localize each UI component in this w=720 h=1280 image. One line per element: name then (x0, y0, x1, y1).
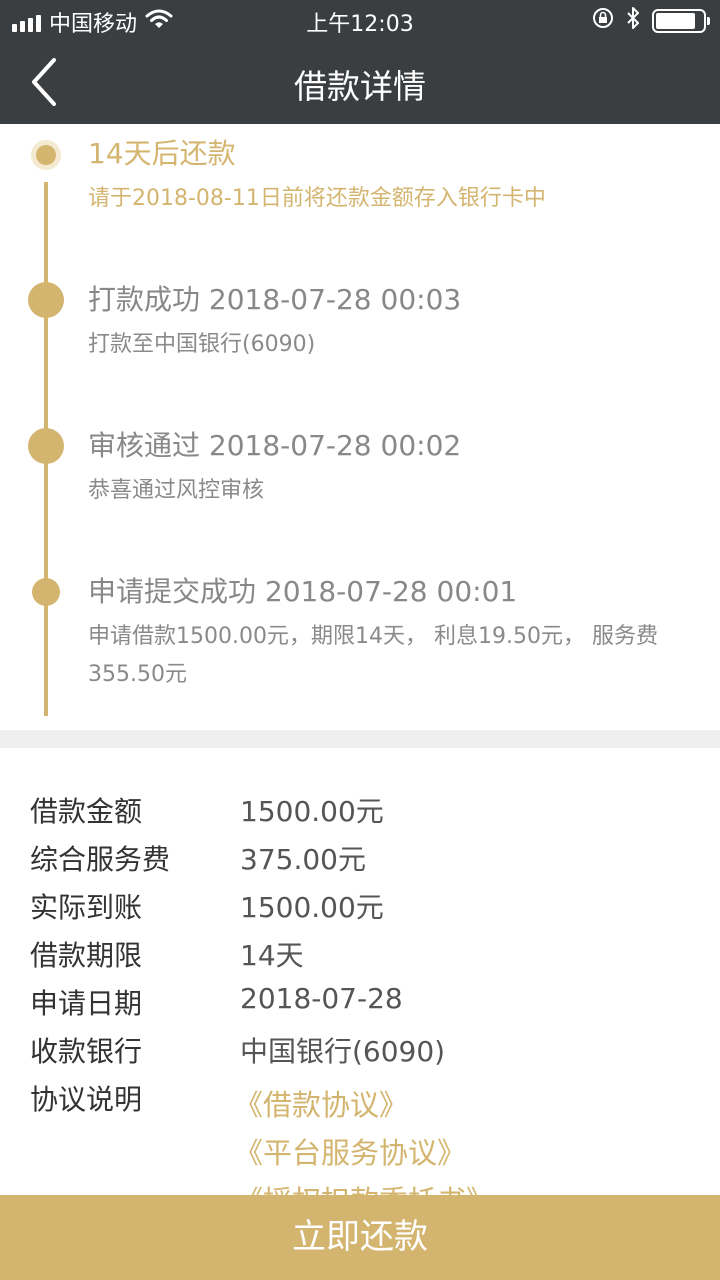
timeline-dot (28, 428, 64, 464)
timeline-title: 申请提交成功 2018-07-28 00:01 (88, 575, 518, 608)
timeline-title: 打款成功 2018-07-28 00:03 (88, 283, 462, 316)
detail-value: 2018-07-28 (240, 982, 403, 1015)
detail-value: 中国银行(6090) (240, 1035, 446, 1068)
timeline-title: 14天后还款 (88, 137, 236, 170)
battery-icon (652, 9, 710, 33)
status-right (592, 6, 710, 36)
detail-label: 收款银行 (30, 1035, 143, 1068)
detail-row-bank: 收款银行 中国银行(6090) (30, 1030, 690, 1078)
detail-label: 申请日期 (30, 987, 143, 1020)
detail-row-amount: 借款金额 1500.00元 (30, 790, 690, 838)
agreement-link-loan[interactable]: 《借款协议》 (234, 1082, 408, 1124)
agreement-link-platform[interactable]: 《平台服务协议》 (234, 1130, 466, 1172)
nav-bar: 借款详情 (0, 40, 720, 124)
agreement-link-authorization[interactable]: 《授权扣款委托书》 (234, 1178, 495, 1196)
timeline-desc: 恭喜通过风控审核 (88, 478, 265, 503)
detail-row-term: 借款期限 14天 (30, 934, 690, 982)
detail-value: 375.00元 (240, 843, 366, 876)
detail-label: 综合服务费 (30, 843, 171, 876)
detail-label: 协议说明 (30, 1083, 143, 1116)
timeline-desc: 申请借款1500.00元，期限14天， 利息19.50元， 服务费355.50元 (88, 624, 658, 687)
page-title: 借款详情 (294, 67, 426, 106)
timeline-title: 审核通过 2018-07-28 00:02 (88, 429, 462, 462)
timeline-desc: 打款至中国银行(6090) (88, 332, 316, 357)
detail-label: 实际到账 (30, 891, 143, 924)
detail-value: 1500.00元 (240, 891, 384, 924)
loan-details: 借款金额 1500.00元 综合服务费 375.00元 实际到账 1500.00… (0, 748, 720, 1196)
repay-now-button[interactable]: 立即还款 (0, 1195, 720, 1280)
detail-row-received: 实际到账 1500.00元 (30, 886, 690, 934)
bluetooth-icon (626, 6, 640, 36)
detail-label: 借款期限 (30, 939, 143, 972)
section-divider (0, 730, 720, 748)
detail-row-date: 申请日期 2018-07-28 (30, 982, 690, 1030)
detail-label: 借款金额 (30, 795, 143, 828)
detail-value: 1500.00元 (240, 795, 384, 828)
timeline-dot-current (31, 140, 61, 170)
timeline-desc: 请于2018-08-11日前将还款金额存入银行卡中 (88, 186, 546, 211)
timeline-dot (32, 578, 60, 606)
status-timeline: 14天后还款 请于2018-08-11日前将还款金额存入银行卡中 打款成功 20… (0, 124, 720, 730)
detail-row-service-fee: 综合服务费 375.00元 (30, 838, 690, 886)
status-bar: 中国移动 上午12:03 (0, 0, 720, 40)
detail-value: 14天 (240, 939, 304, 972)
orientation-lock-icon (592, 7, 614, 35)
timeline-dot (28, 282, 64, 318)
